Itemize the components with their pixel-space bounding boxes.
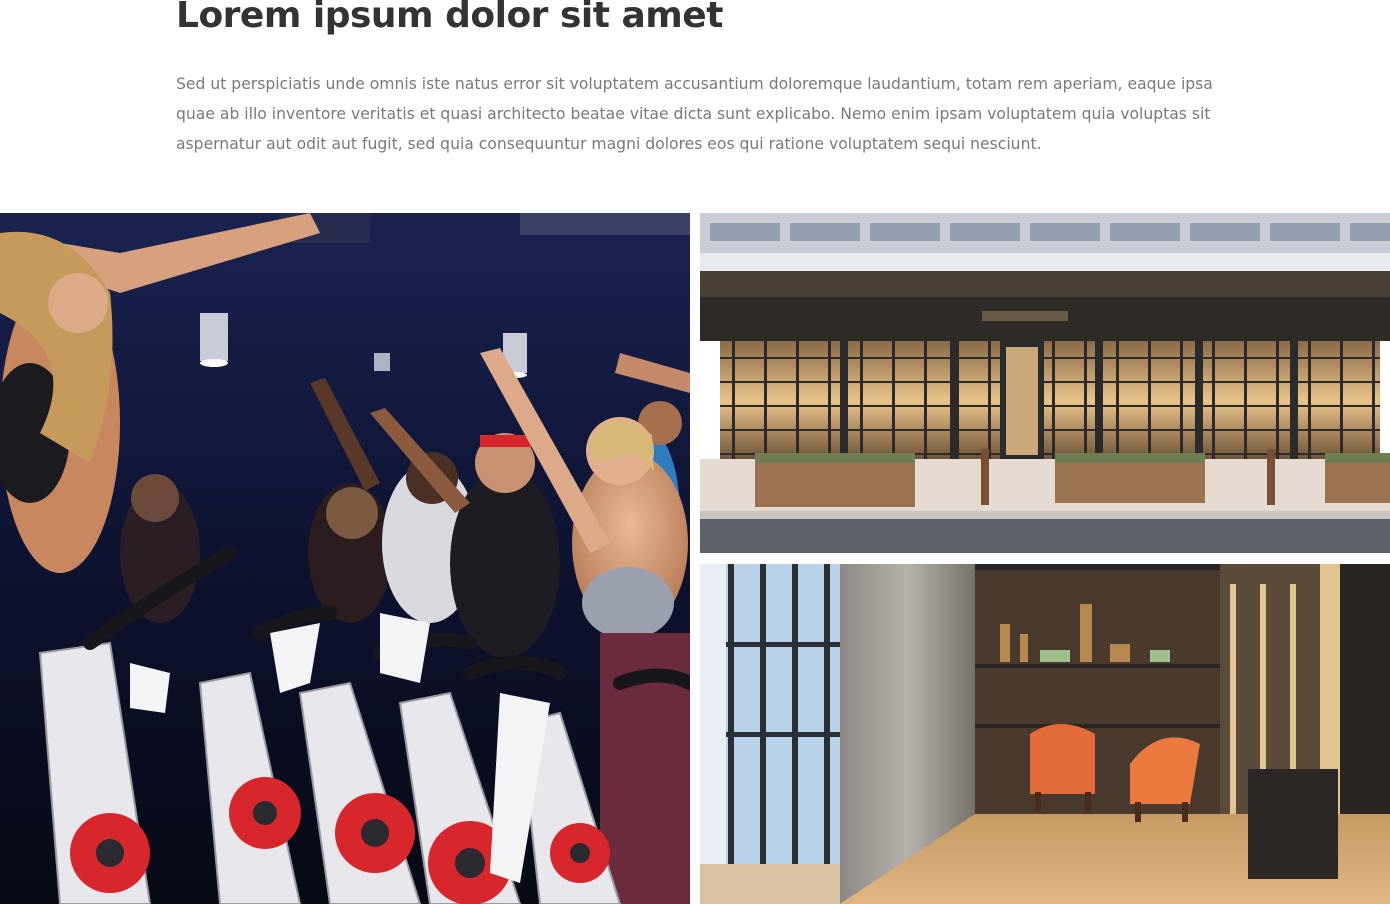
storefront-photo — [700, 213, 1390, 553]
spin-class-photo — [0, 213, 690, 904]
lounge-interior-photo — [700, 564, 1390, 904]
intro-paragraph: Sed ut perspiciatis unde omnis iste natu… — [176, 75, 1213, 153]
page-heading: Lorem ipsum dolor sit amet — [176, 0, 723, 36]
